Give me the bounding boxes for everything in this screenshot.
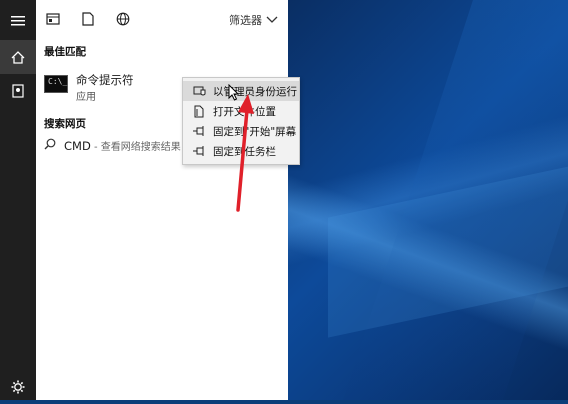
pin-icon (191, 126, 207, 136)
best-match-title: 命令提示符 (76, 73, 134, 87)
apps-icon[interactable] (46, 12, 62, 28)
search-icon (44, 138, 56, 153)
folder-icon (191, 105, 207, 118)
document-icon[interactable] (82, 12, 98, 28)
document-icon[interactable] (0, 74, 36, 108)
gear-icon[interactable] (0, 370, 36, 404)
best-match-heading: 最佳匹配 (44, 46, 86, 58)
search-results-panel: 筛选器 最佳匹配 C:\_ 命令提示符 应用 搜索网页 CMD - 查看网络搜索… (36, 0, 300, 400)
web-search-heading: 搜索网页 (44, 118, 86, 130)
chevron-down-icon (266, 14, 278, 27)
home-icon[interactable] (0, 40, 36, 74)
context-menu: 以管理员身份运行 打开文件位置 固定到"开始"屏幕 固定到任务栏 (182, 77, 300, 165)
globe-icon[interactable] (116, 12, 132, 28)
filter-dropdown[interactable]: 筛选器 (229, 12, 278, 28)
best-match-subtitle: 应用 (76, 92, 96, 103)
start-menu-rail (0, 0, 36, 400)
mouse-cursor-icon (228, 84, 240, 101)
command-prompt-icon: C:\_ (44, 75, 68, 93)
web-search-suffix: - 查看网络搜索结果 (90, 142, 181, 153)
filter-label: 筛选器 (229, 14, 262, 27)
menu-item-label: 固定到"开始"屏幕 (213, 125, 297, 138)
menu-item-label: 固定到任务栏 (213, 145, 276, 158)
search-filter-bar: 筛选器 (36, 0, 288, 40)
menu-item-pin-to-taskbar[interactable]: 固定到任务栏 (183, 141, 299, 161)
menu-item-pin-to-start[interactable]: 固定到"开始"屏幕 (183, 121, 299, 141)
web-search-query: CMD (64, 139, 91, 153)
menu-item-label: 打开文件位置 (213, 105, 276, 118)
hamburger-menu-icon[interactable] (0, 4, 36, 38)
desktop-wallpaper (288, 0, 568, 400)
menu-item-label: 以管理员身份运行 (213, 85, 297, 98)
pin-icon (191, 146, 207, 156)
menu-item-run-as-admin[interactable]: 以管理员身份运行 (183, 81, 299, 101)
shield-icon (191, 85, 207, 97)
menu-item-open-file-location[interactable]: 打开文件位置 (183, 101, 299, 121)
